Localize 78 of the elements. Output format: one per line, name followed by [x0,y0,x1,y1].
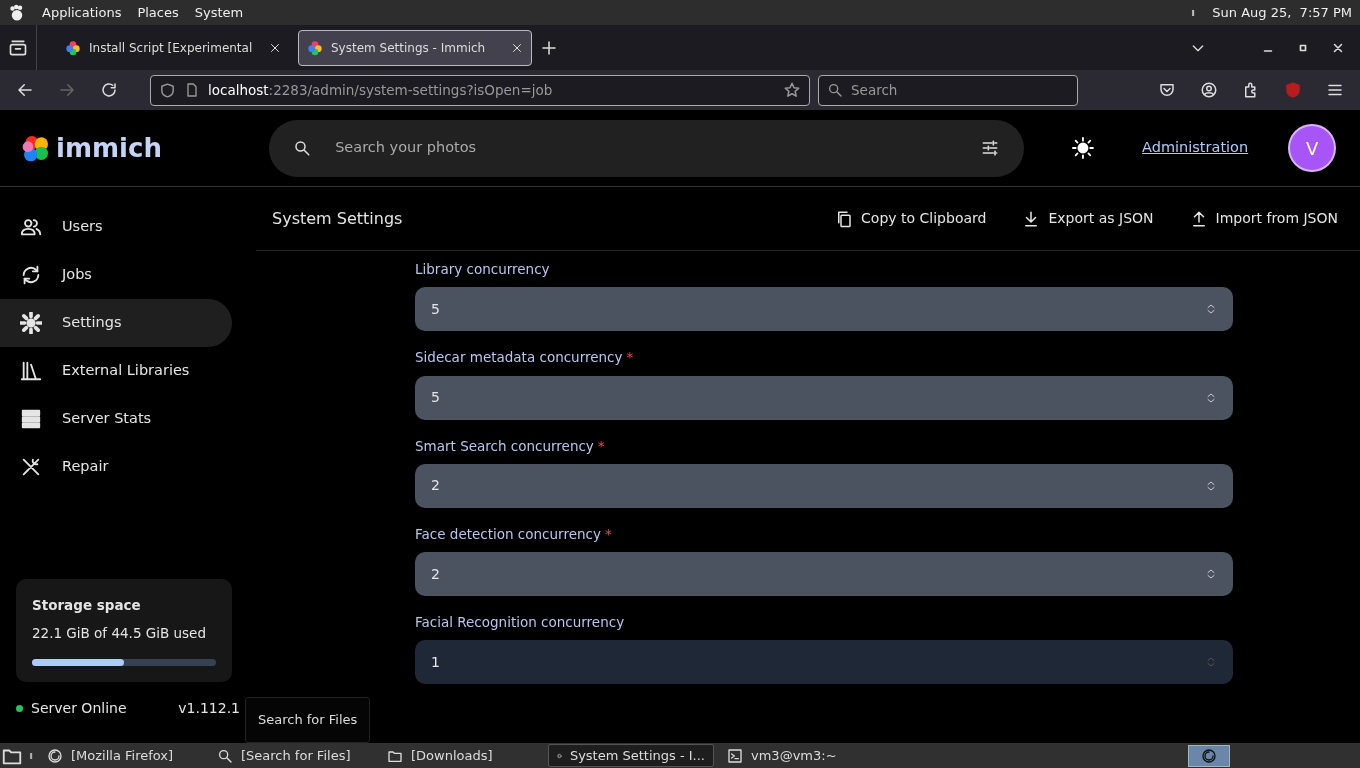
field-label: Library concurrency [415,260,551,279]
favicon-icon [307,39,323,56]
users-icon [20,216,42,238]
forward-icon [58,81,76,99]
card-title: Storage space [32,595,142,615]
clock[interactable]: Sun Aug 25, 7:57 PM [1212,2,1352,23]
browser-icon [1201,747,1217,764]
search-icon [293,139,312,157]
tab-title: Install Script [Experimental [89,39,254,57]
action-button[interactable]: Copy to Clipboard [829,207,993,230]
placeholder-text: Search your photos [335,138,478,158]
storage-usage: 22.1 GiB of 44.5 GiB used [32,623,207,643]
browser-icon [47,747,63,764]
search-field[interactable]: Search [818,74,1078,106]
field-label: Sidecar metadata concurrency * [415,348,635,368]
search-icon [827,82,843,98]
tooltip: Search for Files [245,697,371,743]
server-icon [20,408,42,430]
sidebar-item[interactable]: Server Stats [0,395,232,443]
close-icon[interactable] [269,41,281,54]
copy-icon [835,209,854,228]
field-label: Face detection concurrency * [415,524,613,544]
menu-item[interactable]: Applications [42,2,122,23]
terminal-icon [727,747,743,764]
logo-text: immich [56,131,162,165]
taskbar-item[interactable]: [Search for Files] [208,744,374,767]
menu-item[interactable]: Places [137,2,179,23]
browser-tab[interactable]: Install Script [Experimental [56,29,290,66]
account-icon[interactable] [1200,81,1218,99]
search-field[interactable]: Search your photos [269,119,1025,177]
page-icon [184,82,200,98]
sidebar-item[interactable]: Repair [0,443,232,491]
version-text: v1.112.1 [178,699,240,718]
server-status: Server Online [31,699,128,718]
tab-title: System Settings - Immich [331,39,487,57]
action-button[interactable]: Export as JSON [1016,207,1160,230]
logo[interactable]: immich [0,128,230,168]
search-icon [217,747,233,764]
address-bar[interactable]: localhost:2283/admin/system-settings?isOpen=job [150,74,810,106]
close-icon[interactable] [1332,41,1344,54]
number-field[interactable]: 2 [415,552,1233,596]
taskbar-item[interactable]: [Downloads] [378,744,544,767]
sidebar-item[interactable]: Users [0,203,232,251]
taskbar-item[interactable]: vm3@vm3:~ [718,744,884,767]
field-label: Facial Recognition concurrency [415,613,626,632]
avatar[interactable]: V [1288,124,1336,172]
page-title: System Settings [272,207,404,230]
sidebar-item[interactable]: Jobs [0,251,232,299]
tools-icon [20,456,42,478]
action-button[interactable]: Import from JSON [1183,207,1344,230]
number-field[interactable]: 5 [415,287,1233,332]
menu-item[interactable]: System [194,2,244,23]
settings-icon [20,312,42,334]
shield-icon [159,81,176,99]
sync-icon [20,264,42,286]
taskbar-item[interactable]: [Mozilla Firefox] [38,744,204,767]
close-icon[interactable] [511,41,523,54]
field-label: Smart Search concurrency * [415,436,606,456]
maximize-icon[interactable] [1298,42,1308,53]
back-icon[interactable] [16,81,34,99]
number-field[interactable]: 5 [415,375,1233,420]
reload-icon[interactable] [100,81,118,99]
sidebar-item[interactable]: External Libraries [0,347,232,395]
sidebar-item[interactable]: Settings [0,299,232,347]
number-field[interactable]: 2 [415,463,1233,508]
books-icon [20,360,42,382]
sun-icon[interactable] [1072,137,1095,159]
pocket-icon[interactable] [1158,81,1176,99]
taskbar-item[interactable]: System Settings - I... [548,744,714,767]
browser-tab[interactable]: System Settings - Immich [298,29,532,66]
url-text: localhost:2283/admin/system-settings?isOpen=job [208,80,554,100]
favicon-icon [65,39,81,56]
number-field: 1 [415,640,1233,685]
plus-icon[interactable] [540,38,558,57]
placeholder-text: Search [851,80,898,100]
admin-link[interactable]: Administration [1142,137,1249,159]
tray-button[interactable] [1188,744,1230,767]
star-icon[interactable] [783,81,801,99]
